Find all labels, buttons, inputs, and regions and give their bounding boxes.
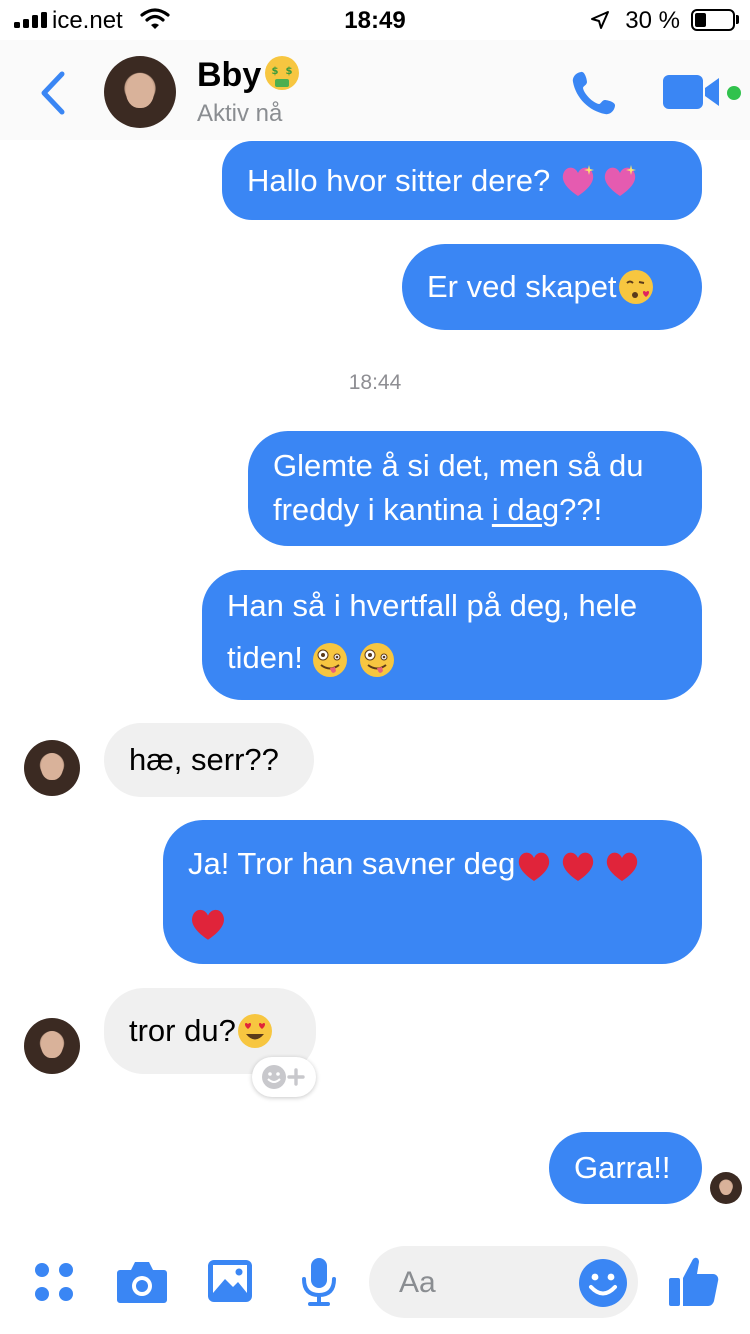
message-line: tiden!	[227, 636, 677, 680]
red-heart-emoji-icon	[563, 852, 594, 881]
contact-avatar-small[interactable]	[24, 740, 80, 796]
message-outgoing[interactable]: Er ved skapet	[402, 244, 702, 330]
status-bar: ice.net 18:49 30 %	[0, 0, 750, 40]
message-outgoing[interactable]: Ja! Tror han savner deg	[163, 820, 702, 964]
message-incoming[interactable]: hæ, serr??	[104, 723, 314, 797]
red-heart-emoji-icon	[607, 852, 638, 881]
back-chevron-icon[interactable]	[38, 70, 68, 116]
heart-eyes-emoji-icon	[237, 1014, 272, 1048]
gallery-icon[interactable]	[207, 1259, 253, 1303]
message-input[interactable]	[397, 1262, 571, 1304]
zany-face-emoji-icon	[360, 642, 395, 677]
active-status: Aktiv nå	[197, 100, 283, 127]
sparkling-heart-emoji-icon	[604, 164, 636, 196]
money-mouth-emoji-icon: $ $	[265, 56, 300, 91]
red-heart-emoji-icon	[192, 909, 224, 940]
sparkling-heart-emoji-icon	[562, 164, 594, 196]
message-line: freddy i kantina i dag??!	[273, 492, 603, 527]
message-outgoing[interactable]: Han så i hvertfall på deg, hele tiden!	[202, 570, 702, 700]
red-heart-emoji-icon	[519, 852, 550, 881]
read-receipt-avatar	[710, 1172, 742, 1204]
contact-avatar-small[interactable]	[24, 1018, 80, 1074]
active-dot	[727, 86, 741, 100]
camera-icon[interactable]	[116, 1258, 168, 1304]
message-outgoing[interactable]: Hallo hvor sitter dere?	[222, 141, 702, 220]
message-composer[interactable]	[369, 1246, 638, 1318]
video-camera-icon[interactable]	[663, 73, 721, 111]
svg-text:$: $	[286, 66, 293, 77]
kissing-face-emoji-icon	[618, 270, 653, 304]
add-reaction-button[interactable]	[252, 1057, 316, 1097]
battery-icon	[691, 9, 735, 31]
message-outgoing[interactable]: Garra!!	[549, 1132, 702, 1204]
svg-text:$: $	[272, 66, 279, 77]
battery-cap	[736, 15, 739, 24]
message-line: Ja! Tror han savner deg	[188, 842, 677, 886]
message-outgoing[interactable]: Glemte å si det, men så du freddy i kant…	[248, 431, 702, 546]
date-link[interactable]: i dag	[492, 492, 559, 527]
battery-percentage: 30 %	[625, 7, 680, 34]
location-arrow-icon	[591, 11, 609, 29]
timestamp: 18:44	[348, 371, 402, 394]
add-reaction-icon	[262, 1065, 305, 1089]
more-apps-icon[interactable]	[33, 1261, 75, 1303]
emoji-icon[interactable]	[578, 1258, 628, 1308]
zany-face-emoji-icon	[313, 642, 348, 677]
contact-avatar[interactable]	[104, 56, 176, 128]
microphone-icon[interactable]	[300, 1257, 338, 1307]
contact-name[interactable]: Bby $ $	[197, 56, 301, 95]
phone-icon[interactable]	[569, 68, 619, 118]
thumbs-up-icon[interactable]	[668, 1254, 720, 1308]
message-line	[188, 900, 677, 944]
